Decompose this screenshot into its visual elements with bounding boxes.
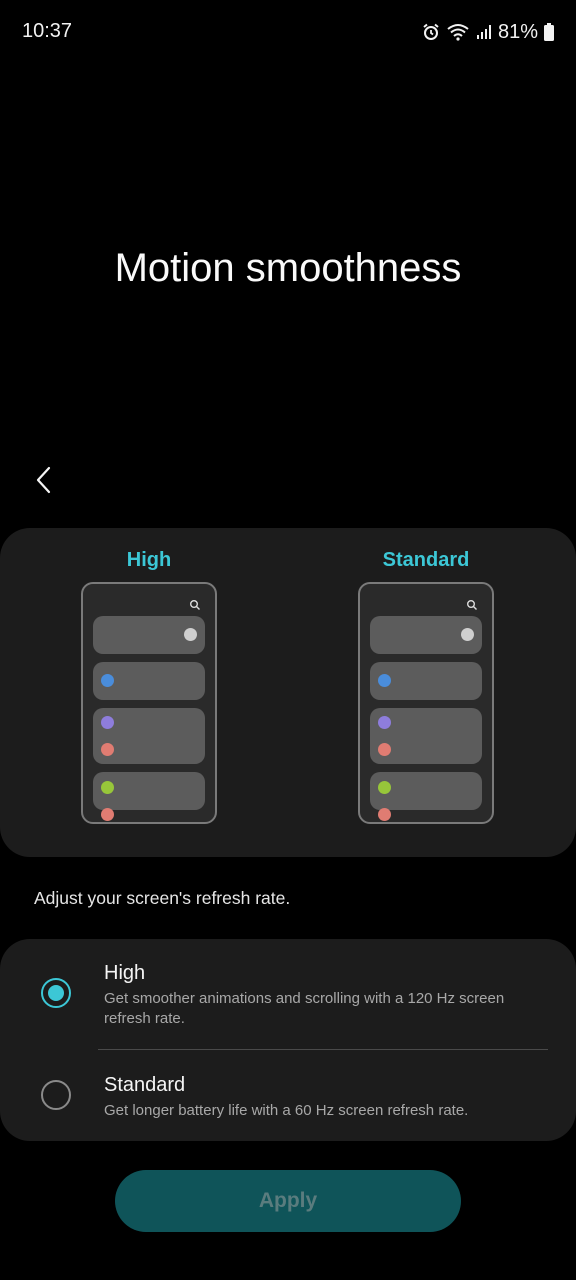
apply-button[interactable]: Apply [115,1170,461,1232]
mini-search-icon [189,598,201,610]
option-standard[interactable]: Standard Get longer battery life with a … [0,1051,576,1141]
option-high[interactable]: High Get smoother animations and scrolli… [0,939,576,1039]
mini-search-icon [466,598,478,610]
mock-row [93,662,205,700]
mock-row [370,616,482,654]
option-standard-title: Standard [104,1074,186,1096]
battery-percent: 81% [497,20,538,43]
mock-row [370,662,482,700]
signal-icon [476,24,492,40]
mock-row [370,708,482,764]
mock-row [370,772,482,821]
back-button[interactable] [22,460,66,504]
mock-row [93,772,205,821]
phone-mockup-standard [358,582,494,824]
option-high-title: High [104,962,146,984]
option-standard-subtitle: Get longer battery life with a 60 Hz scr… [104,1102,469,1119]
mock-row [93,616,205,654]
phone-mockup-high [81,582,217,824]
radio-standard[interactable] [41,1080,71,1110]
mock-row [93,708,205,764]
back-icon [34,466,54,499]
preview-high-label: High [126,549,172,571]
refresh-rate-preview: High Standard [0,528,576,857]
status-icons: 81% [422,20,554,44]
alarm-icon [422,23,440,41]
radio-high[interactable] [41,978,71,1008]
preview-high: High [81,548,217,824]
option-high-subtitle: Get smoother animations and scrolling wi… [104,990,505,1027]
refresh-rate-options: High Get smoother animations and scrolli… [0,939,576,1141]
preview-standard-label: Standard [382,549,470,571]
preview-standard: Standard [358,548,494,824]
battery-icon [544,23,554,41]
status-time: 10:37 [22,20,73,42]
description-text: Adjust your screen's refresh rate. [34,888,291,908]
page-title: Motion smoothness [114,246,462,290]
divider [98,1049,548,1050]
wifi-icon [446,23,470,41]
status-bar: 10:37 81% [0,0,576,64]
